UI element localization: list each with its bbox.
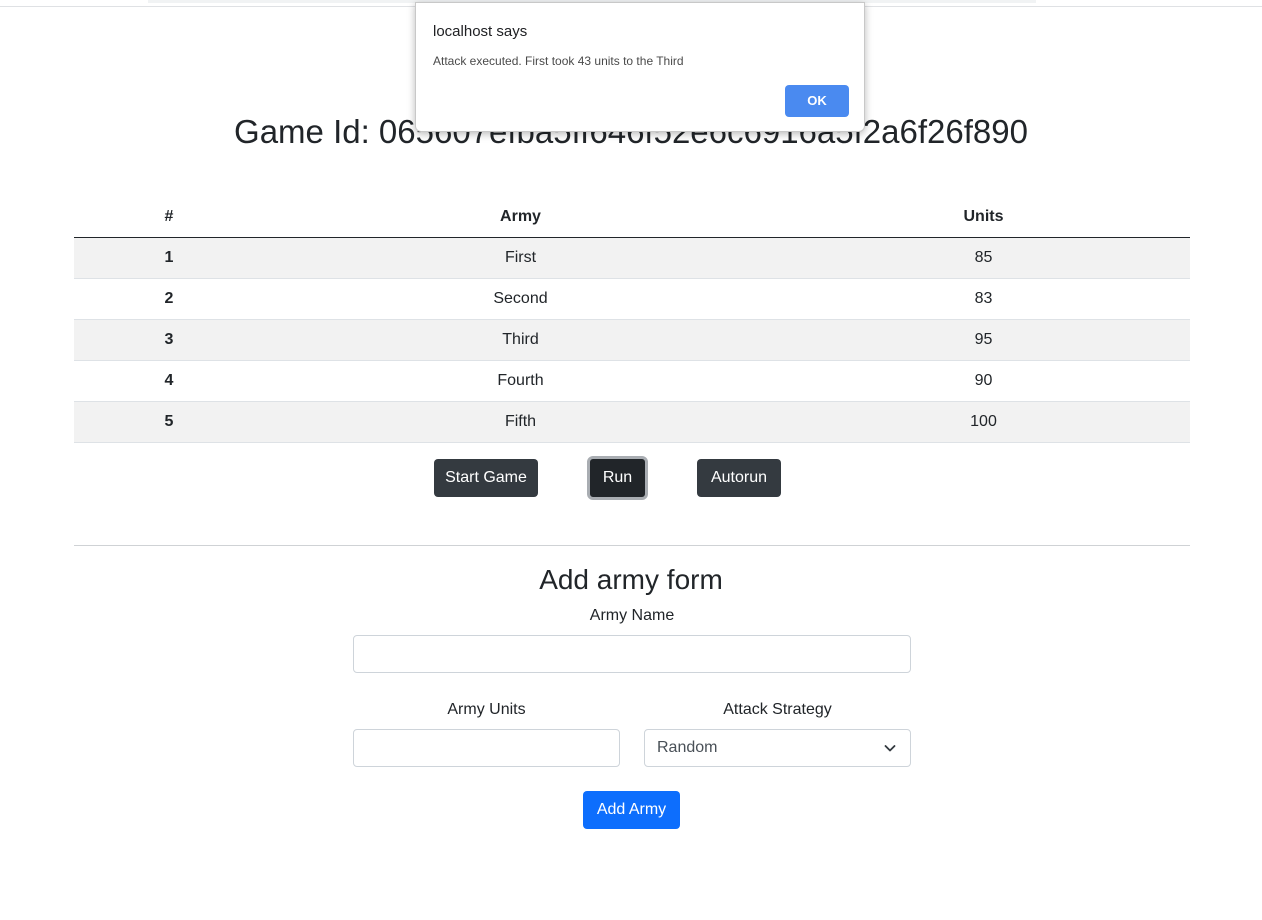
row-army: Fifth (264, 401, 777, 443)
row-army: Third (264, 319, 777, 361)
armies-table: # Army Units 1 First 85 2 Second 83 3 Th… (74, 197, 1190, 443)
header-army: Army (264, 197, 777, 238)
dialog-title: localhost says (433, 23, 528, 40)
table-row: 2 Second 83 (74, 278, 1190, 320)
row-army: Fourth (264, 360, 777, 402)
page: Game Id: 065607efba5ff646f52e6c6916a5f2a… (0, 0, 1262, 920)
table-row: 4 Fourth 90 (74, 360, 1190, 402)
army-name-label: Army Name (589, 607, 675, 624)
section-divider (74, 545, 1190, 546)
army-units-label: Army Units (447, 701, 526, 718)
alert-dialog: localhost says Attack executed. First to… (415, 2, 865, 132)
row-units: 83 (777, 278, 1190, 320)
autorun-button[interactable]: Autorun (697, 459, 781, 497)
table-row: 1 First 85 (74, 237, 1190, 279)
row-units: 100 (777, 401, 1190, 443)
attack-strategy-select[interactable]: Random (644, 729, 911, 767)
table-header-row: # Army Units (74, 197, 1190, 238)
header-units: Units (777, 197, 1190, 238)
row-units: 85 (777, 237, 1190, 279)
row-index: 4 (74, 360, 264, 402)
row-index: 1 (74, 237, 264, 279)
add-army-button[interactable]: Add Army (583, 791, 680, 829)
dialog-ok-button[interactable]: OK (785, 85, 849, 117)
add-army-form-title: Add army form (539, 564, 723, 595)
row-army: First (264, 237, 777, 279)
start-game-button[interactable]: Start Game (434, 459, 538, 497)
table-row: 5 Fifth 100 (74, 401, 1190, 443)
row-army: Second (264, 278, 777, 320)
table-row: 3 Third 95 (74, 319, 1190, 361)
row-units: 90 (777, 360, 1190, 402)
run-button[interactable]: Run (587, 456, 648, 500)
dialog-message: Attack executed. First took 43 units to … (433, 54, 684, 68)
row-units: 95 (777, 319, 1190, 361)
attack-strategy-value: Random (657, 739, 718, 756)
attack-strategy-label: Attack Strategy (723, 701, 832, 718)
chevron-down-icon (884, 745, 896, 752)
army-name-input[interactable] (353, 635, 911, 673)
header-index: # (74, 197, 264, 238)
row-index: 3 (74, 319, 264, 361)
row-index: 5 (74, 401, 264, 443)
army-units-input[interactable] (353, 729, 620, 767)
row-index: 2 (74, 278, 264, 320)
